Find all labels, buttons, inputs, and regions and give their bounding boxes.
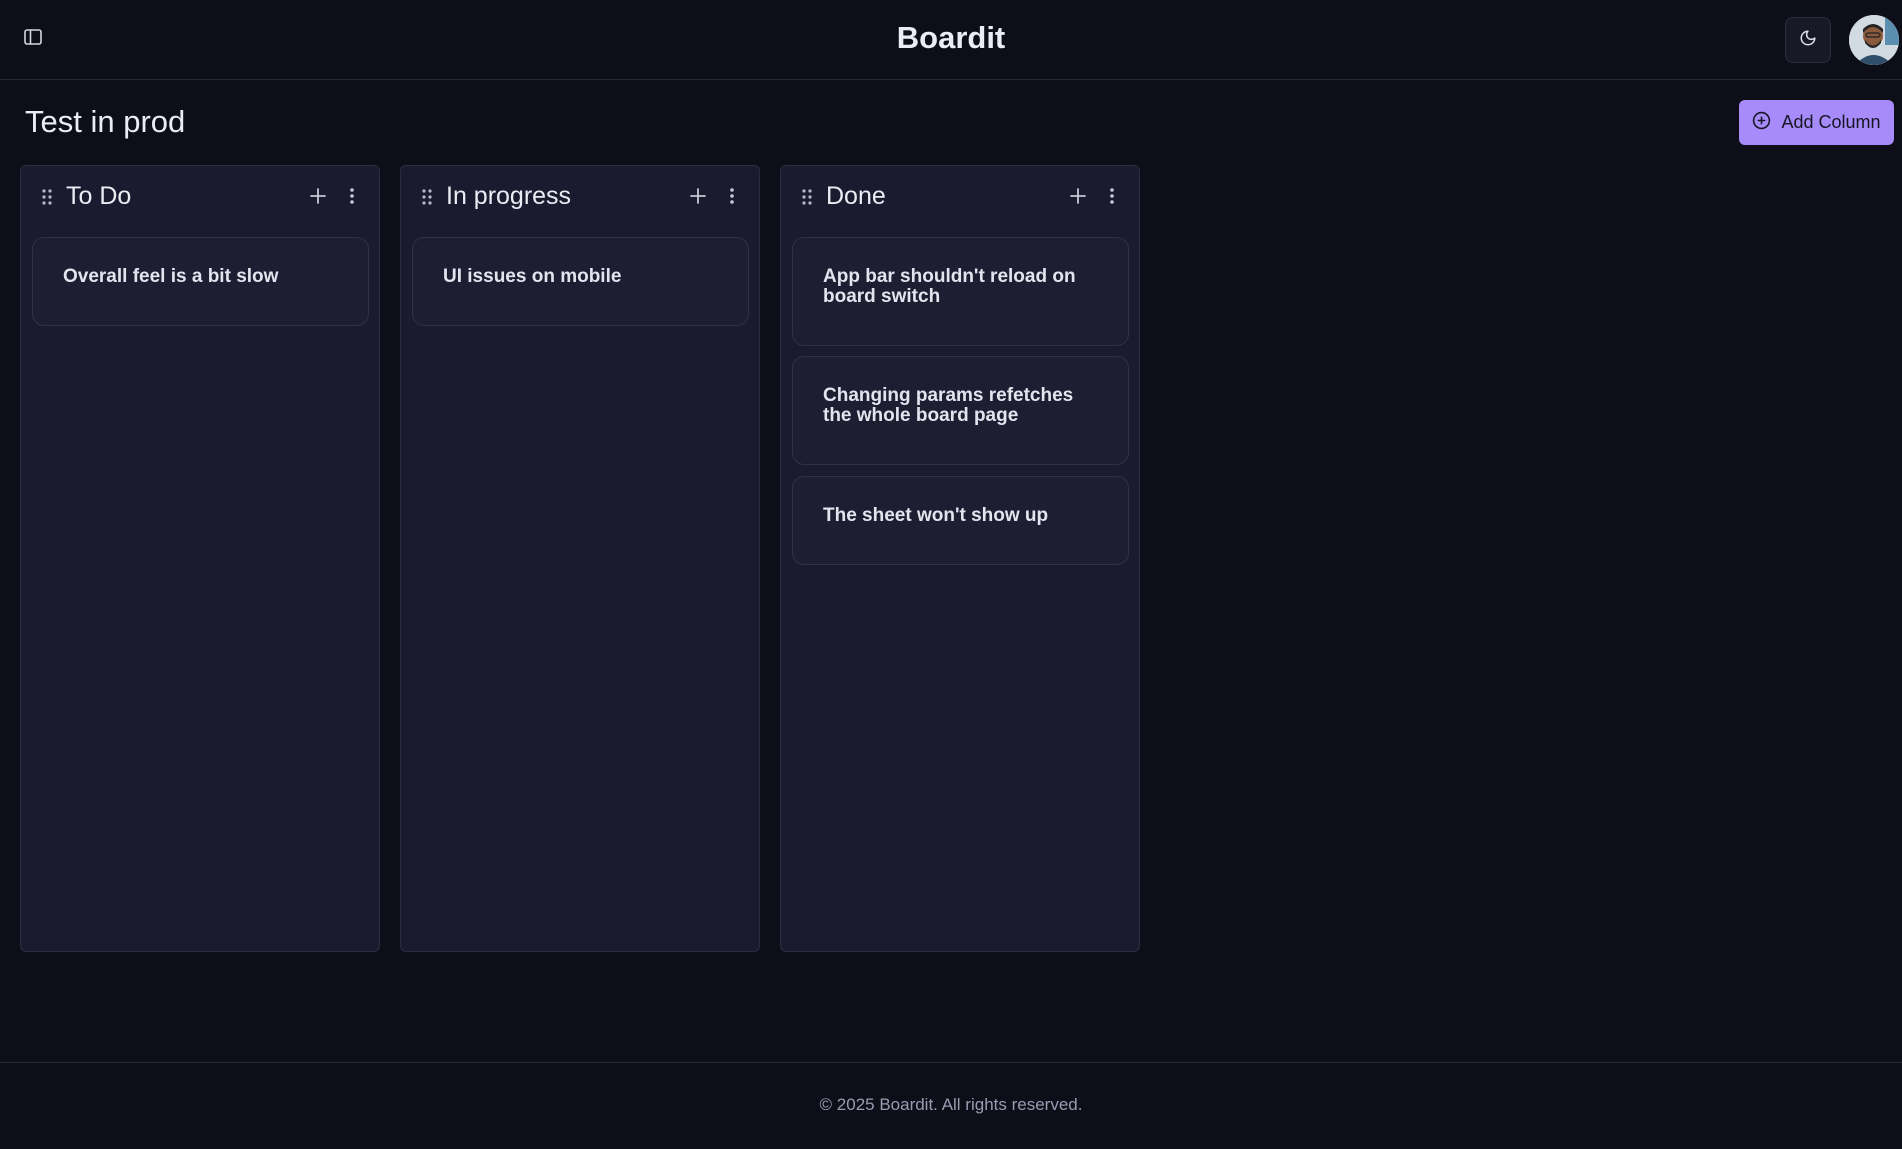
task-card[interactable]: UI issues on mobile xyxy=(412,237,749,326)
add-column-button[interactable]: Add Column xyxy=(1739,100,1894,145)
avatar[interactable] xyxy=(1849,15,1899,65)
copyright-text: © 2025 Boardit. All rights reserved. xyxy=(819,1095,1083,1114)
more-vertical-icon[interactable] xyxy=(725,186,739,206)
drag-handle-icon[interactable] xyxy=(421,188,433,206)
column-header: In progress xyxy=(401,166,759,226)
column-title: Done xyxy=(826,182,886,210)
column-title: To Do xyxy=(66,182,132,210)
more-vertical-icon[interactable] xyxy=(1105,186,1119,206)
column-title: In progress xyxy=(446,182,572,210)
drag-handle-icon[interactable] xyxy=(801,188,813,206)
task-card[interactable]: App bar shouldn't reload on board switch xyxy=(792,237,1129,346)
add-card-icon[interactable] xyxy=(308,186,328,206)
moon-icon xyxy=(1799,29,1817,52)
task-card[interactable]: Overall feel is a bit slow xyxy=(32,237,369,326)
card-title: The sheet won't show up xyxy=(823,505,1049,526)
add-card-icon[interactable] xyxy=(1068,186,1088,206)
card-title: Overall feel is a bit slow xyxy=(63,266,279,287)
column-todo: To Do Overall feel is a bit slow xyxy=(20,165,380,952)
app-footer: © 2025 Boardit. All rights reserved. xyxy=(0,1062,1902,1149)
column-done: Done App bar shouldn't reload on board s… xyxy=(780,165,1140,952)
theme-toggle-button[interactable] xyxy=(1785,17,1831,63)
add-column-label: Add Column xyxy=(1781,112,1881,132)
card-title: App bar shouldn't reload on board switch xyxy=(823,266,1076,307)
app-title: Boardit xyxy=(896,20,1006,55)
board-title: Test in prod xyxy=(25,104,186,139)
drag-handle-icon[interactable] xyxy=(41,188,53,206)
column-in-progress: In progress UI issues on mobile xyxy=(400,165,760,952)
add-card-icon[interactable] xyxy=(688,186,708,206)
app-header: Boardit xyxy=(0,0,1902,80)
plus-circle-icon xyxy=(1752,111,1771,135)
column-header: Done xyxy=(781,166,1139,226)
column-header: To Do xyxy=(21,166,379,226)
card-title: Changing params refetches the whole boar… xyxy=(823,385,1074,426)
task-card[interactable]: The sheet won't show up xyxy=(792,476,1129,565)
more-vertical-icon[interactable] xyxy=(345,186,359,206)
card-title: UI issues on mobile xyxy=(443,266,622,287)
task-card[interactable]: Changing params refetches the whole boar… xyxy=(792,356,1129,465)
